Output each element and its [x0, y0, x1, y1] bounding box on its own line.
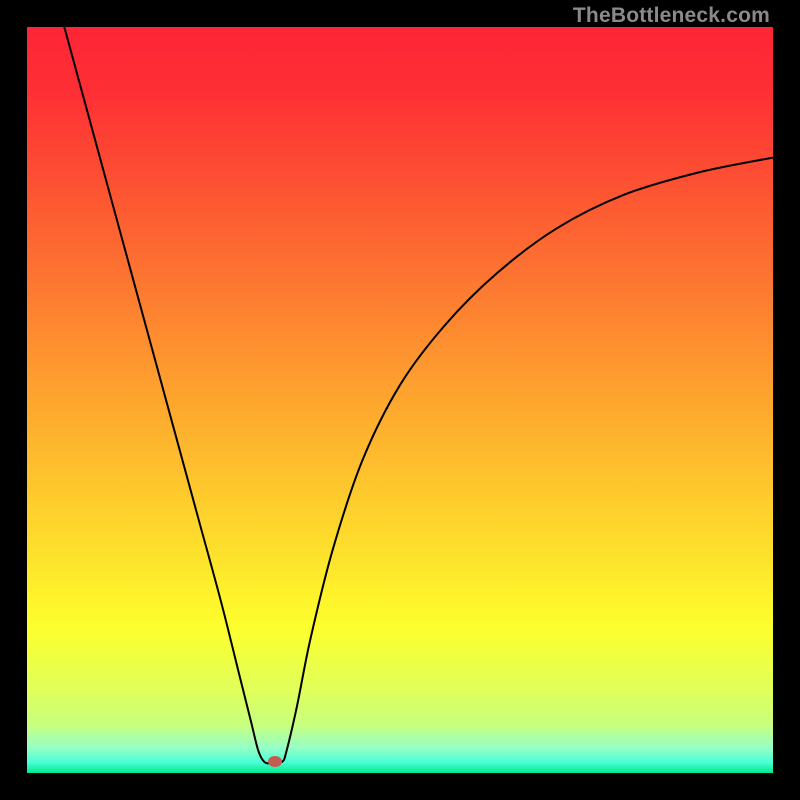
chart-frame: TheBottleneck.com	[0, 0, 800, 800]
plot-area	[27, 27, 773, 773]
watermark-text: TheBottleneck.com	[573, 4, 770, 28]
bottleneck-curve	[27, 27, 773, 773]
